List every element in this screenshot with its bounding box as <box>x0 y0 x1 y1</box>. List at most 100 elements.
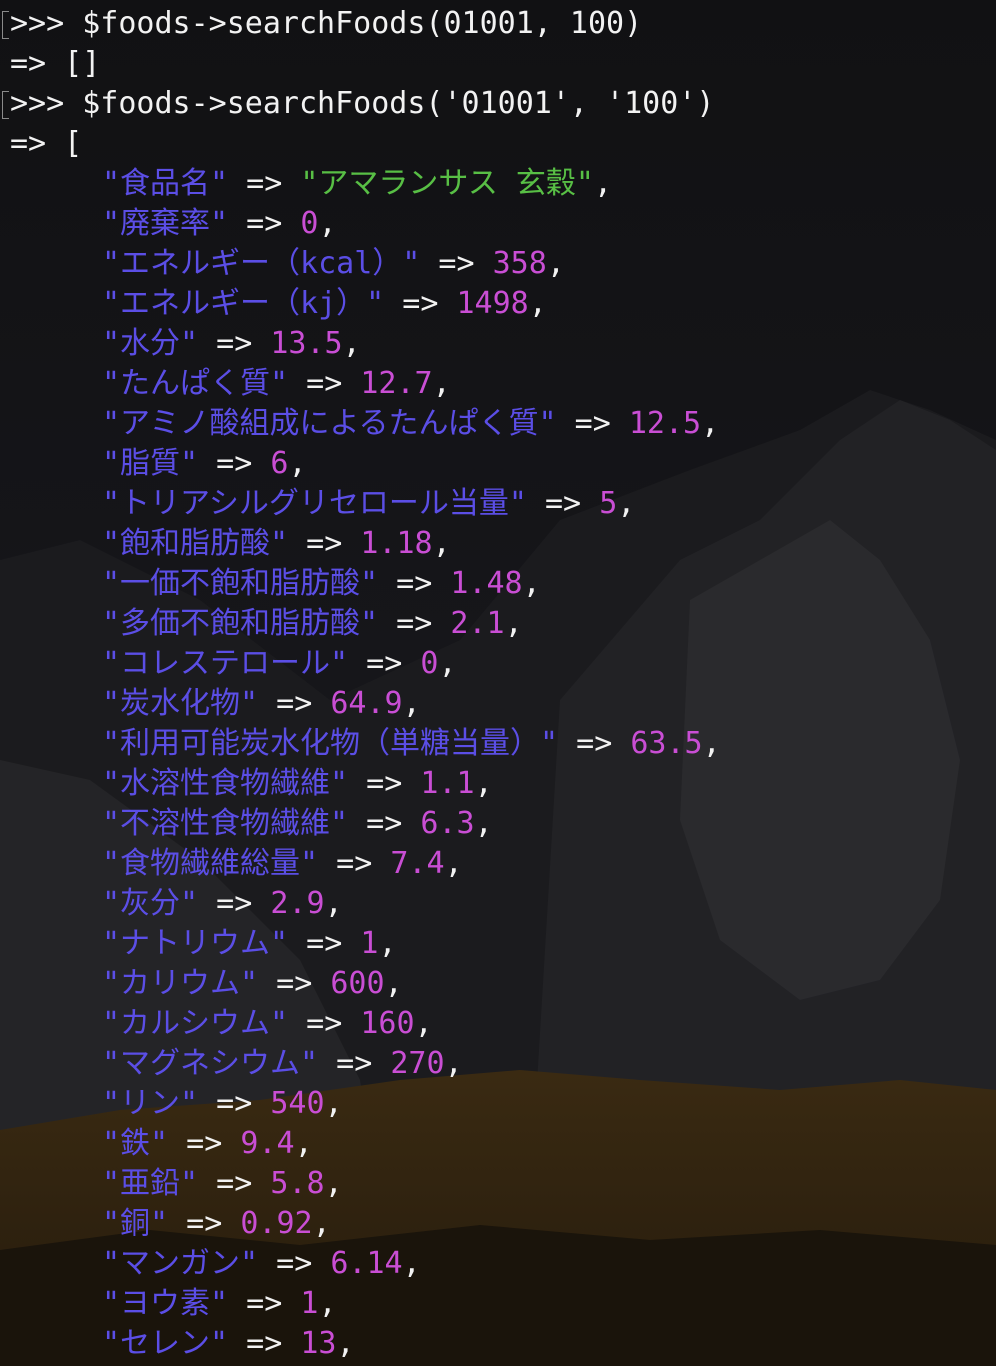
entry-comma: , <box>522 566 541 601</box>
entry-key: "エネルギー（kcal）" <box>102 246 421 281</box>
result-entry: "トリアシルグリセロール当量" => 5, <box>102 484 635 524</box>
result-entry: "ヨウ素" => 1, <box>102 1284 337 1324</box>
entry-value: 540 <box>270 1086 325 1121</box>
command-line: >>> $foods->searchFoods('01001', '100') <box>10 84 714 124</box>
entry-comma: , <box>617 486 636 521</box>
entry-arrow: => <box>198 1086 271 1121</box>
result-entry: "水分" => 13.5, <box>102 324 361 364</box>
entry-key: "食品名" <box>102 166 229 201</box>
entry-value: 160 <box>360 1006 415 1041</box>
entry-arrow: => <box>168 1126 241 1161</box>
entry-key: "不溶性食物繊維" <box>102 806 349 841</box>
entry-key: "飽和脂肪酸" <box>102 526 289 561</box>
entry-key: "銅" <box>102 1206 169 1241</box>
entry-comma: , <box>444 846 463 881</box>
entry-value: 5 <box>599 486 618 521</box>
entry-arrow: => <box>558 726 631 761</box>
entry-comma: , <box>312 1206 331 1241</box>
entry-comma: , <box>336 1326 355 1361</box>
result-entry: "食物繊維総量" => 7.4, <box>102 844 463 884</box>
entry-comma: , <box>474 766 493 801</box>
entry-key: "亜鉛" <box>102 1166 199 1201</box>
entry-arrow: => <box>228 1326 301 1361</box>
entry-key: "廃棄率" <box>102 206 229 241</box>
result-entry: "灰分" => 2.9, <box>102 884 343 924</box>
entry-comma: , <box>444 1046 463 1081</box>
entry-key: "多価不飽和脂肪酸" <box>102 606 379 641</box>
entry-comma: , <box>324 886 343 921</box>
command-text: $foods->searchFoods('01001', '100') <box>82 86 715 121</box>
entry-comma: , <box>318 1286 337 1321</box>
entry-comma: , <box>593 166 613 201</box>
entry-arrow: => <box>198 1166 271 1201</box>
entry-key: "アミノ酸組成によるたんぱく質" <box>102 406 557 441</box>
result-entry: "ナトリウム" => 1, <box>102 924 397 964</box>
entry-key: "コレステロール" <box>102 646 349 681</box>
entry-value: 64.9 <box>330 686 403 721</box>
entry-arrow: => <box>288 366 361 401</box>
result-entry: "多価不飽和脂肪酸" => 2.1, <box>102 604 523 644</box>
result-line: => [ <box>10 124 82 164</box>
entry-key: "カリウム" <box>102 966 259 1001</box>
entry-key: "鉄" <box>102 1126 169 1161</box>
entry-arrow: => <box>378 566 451 601</box>
entry-key: "水分" <box>102 326 199 361</box>
entry-key: "セレン" <box>102 1326 229 1361</box>
shell-prompt: >>> <box>10 86 83 121</box>
entry-arrow: => <box>348 766 421 801</box>
entry-comma: , <box>432 366 451 401</box>
entry-arrow: => <box>198 886 271 921</box>
entry-value: 6 <box>270 446 289 481</box>
entry-key: "灰分" <box>102 886 199 921</box>
entry-value: 13 <box>300 1326 337 1361</box>
result-entry: "利用可能炭水化物（単糖当量）" => 63.5, <box>102 724 721 764</box>
entry-value: 358 <box>492 246 547 281</box>
entry-value: "アマランサス 玄穀" <box>300 166 594 201</box>
command-text: $foods->searchFoods(01001, 100) <box>82 6 643 41</box>
entry-arrow: => <box>384 286 457 321</box>
entry-comma: , <box>701 406 720 441</box>
entry-value: 13.5 <box>270 326 343 361</box>
result-entry: "カリウム" => 600, <box>102 964 403 1004</box>
entry-key: "マンガン" <box>102 1246 259 1281</box>
entry-comma: , <box>546 246 565 281</box>
entry-arrow: => <box>198 326 271 361</box>
entry-comma: , <box>288 446 307 481</box>
result-entry: "セレン" => 13, <box>102 1324 355 1364</box>
entry-key: "利用可能炭水化物（単糖当量）" <box>102 726 559 761</box>
result-entry: "リン" => 540, <box>102 1084 343 1124</box>
entry-value: 12.7 <box>360 366 433 401</box>
entry-value: 600 <box>330 966 385 1001</box>
entry-key: "マグネシウム" <box>102 1046 319 1081</box>
entry-value: 1.48 <box>450 566 523 601</box>
entry-comma: , <box>324 1086 343 1121</box>
result-entry: "亜鉛" => 5.8, <box>102 1164 343 1204</box>
result-entry: "廃棄率" => 0, <box>102 204 337 244</box>
entry-comma: , <box>402 1246 421 1281</box>
entry-key: "カルシウム" <box>102 1006 289 1041</box>
entry-comma: , <box>402 686 421 721</box>
entry-value: 1498 <box>456 286 529 321</box>
entry-value: 5.8 <box>270 1166 325 1201</box>
result-entry: "銅" => 0.92, <box>102 1204 331 1244</box>
selection-bracket <box>2 91 9 119</box>
entry-arrow: => <box>258 966 331 1001</box>
entry-arrow: => <box>318 846 391 881</box>
result-text: => [ <box>10 126 83 161</box>
entry-value: 1 <box>360 926 379 961</box>
entry-arrow: => <box>258 1246 331 1281</box>
result-entry: "エネルギー（kj）" => 1498, <box>102 284 547 324</box>
entry-value: 1 <box>300 1286 319 1321</box>
entry-value: 6.14 <box>330 1246 403 1281</box>
result-entry: "飽和脂肪酸" => 1.18, <box>102 524 451 564</box>
result-entry: "不溶性食物繊維" => 6.3, <box>102 804 493 844</box>
entry-value: 1.18 <box>360 526 433 561</box>
entry-arrow: => <box>318 1046 391 1081</box>
result-entry: "マンガン" => 6.14, <box>102 1244 421 1284</box>
shell-prompt: >>> <box>10 6 83 41</box>
entry-comma: , <box>414 1006 433 1041</box>
entry-value: 63.5 <box>630 726 703 761</box>
entry-key: "ナトリウム" <box>102 926 289 961</box>
entry-comma: , <box>702 726 721 761</box>
entry-comma: , <box>318 206 337 241</box>
